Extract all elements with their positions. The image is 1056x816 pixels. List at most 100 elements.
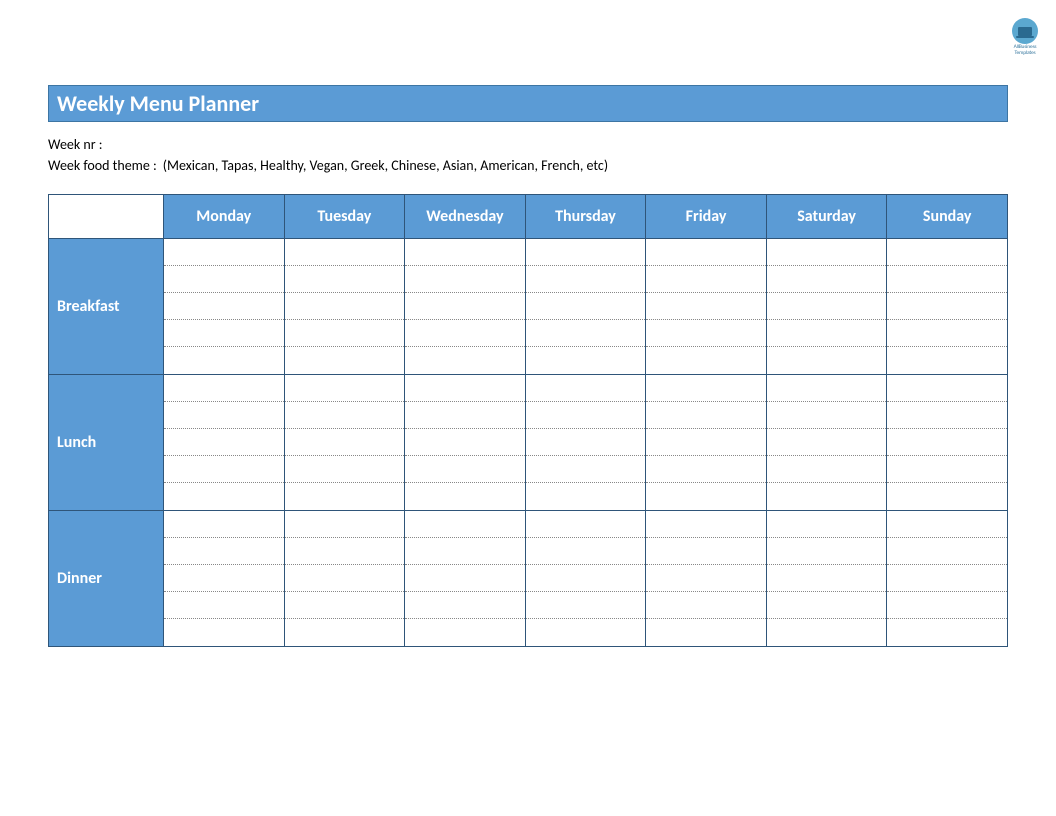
- entry-line[interactable]: [767, 619, 887, 646]
- entry-line[interactable]: [887, 538, 1007, 565]
- entry-line[interactable]: [646, 592, 766, 619]
- entry-line[interactable]: [164, 456, 284, 483]
- menu-cell[interactable]: [766, 375, 887, 511]
- entry-line[interactable]: [526, 239, 646, 266]
- entry-line[interactable]: [405, 511, 525, 538]
- entry-line[interactable]: [164, 429, 284, 456]
- entry-line[interactable]: [887, 592, 1007, 619]
- entry-line[interactable]: [526, 402, 646, 429]
- entry-line[interactable]: [405, 538, 525, 565]
- entry-line[interactable]: [767, 483, 887, 510]
- menu-cell[interactable]: [405, 239, 526, 375]
- entry-line[interactable]: [526, 375, 646, 402]
- entry-line[interactable]: [526, 619, 646, 646]
- entry-line[interactable]: [405, 592, 525, 619]
- entry-line[interactable]: [887, 320, 1007, 347]
- entry-line[interactable]: [285, 619, 405, 646]
- entry-line[interactable]: [526, 511, 646, 538]
- menu-cell[interactable]: [646, 375, 767, 511]
- menu-cell[interactable]: [887, 375, 1008, 511]
- menu-cell[interactable]: [646, 239, 767, 375]
- menu-cell[interactable]: [284, 511, 405, 647]
- menu-cell[interactable]: [887, 511, 1008, 647]
- entry-line[interactable]: [767, 293, 887, 320]
- entry-line[interactable]: [285, 293, 405, 320]
- entry-line[interactable]: [646, 375, 766, 402]
- entry-line[interactable]: [767, 456, 887, 483]
- entry-line[interactable]: [164, 511, 284, 538]
- entry-line[interactable]: [405, 266, 525, 293]
- entry-line[interactable]: [164, 293, 284, 320]
- entry-line[interactable]: [285, 592, 405, 619]
- entry-line[interactable]: [285, 565, 405, 592]
- entry-line[interactable]: [164, 375, 284, 402]
- entry-line[interactable]: [646, 483, 766, 510]
- entry-line[interactable]: [405, 293, 525, 320]
- entry-line[interactable]: [887, 483, 1007, 510]
- entry-line[interactable]: [646, 239, 766, 266]
- entry-line[interactable]: [164, 266, 284, 293]
- menu-cell[interactable]: [284, 375, 405, 511]
- entry-line[interactable]: [526, 483, 646, 510]
- entry-line[interactable]: [887, 347, 1007, 374]
- entry-line[interactable]: [285, 375, 405, 402]
- entry-line[interactable]: [767, 511, 887, 538]
- entry-line[interactable]: [164, 565, 284, 592]
- entry-line[interactable]: [646, 511, 766, 538]
- entry-line[interactable]: [767, 347, 887, 374]
- entry-line[interactable]: [887, 266, 1007, 293]
- entry-line[interactable]: [164, 239, 284, 266]
- entry-line[interactable]: [405, 375, 525, 402]
- menu-cell[interactable]: [405, 511, 526, 647]
- entry-line[interactable]: [646, 565, 766, 592]
- menu-cell[interactable]: [284, 239, 405, 375]
- entry-line[interactable]: [164, 483, 284, 510]
- menu-cell[interactable]: [164, 239, 285, 375]
- entry-line[interactable]: [887, 511, 1007, 538]
- entry-line[interactable]: [767, 266, 887, 293]
- entry-line[interactable]: [646, 293, 766, 320]
- entry-line[interactable]: [285, 456, 405, 483]
- entry-line[interactable]: [887, 429, 1007, 456]
- entry-line[interactable]: [285, 538, 405, 565]
- entry-line[interactable]: [887, 402, 1007, 429]
- entry-line[interactable]: [767, 402, 887, 429]
- menu-cell[interactable]: [766, 511, 887, 647]
- entry-line[interactable]: [646, 429, 766, 456]
- entry-line[interactable]: [405, 619, 525, 646]
- entry-line[interactable]: [767, 538, 887, 565]
- menu-cell[interactable]: [405, 375, 526, 511]
- menu-cell[interactable]: [766, 239, 887, 375]
- entry-line[interactable]: [405, 320, 525, 347]
- menu-cell[interactable]: [646, 511, 767, 647]
- menu-cell[interactable]: [525, 511, 646, 647]
- entry-line[interactable]: [164, 402, 284, 429]
- entry-line[interactable]: [767, 565, 887, 592]
- entry-line[interactable]: [887, 239, 1007, 266]
- entry-line[interactable]: [285, 402, 405, 429]
- entry-line[interactable]: [646, 402, 766, 429]
- entry-line[interactable]: [526, 538, 646, 565]
- entry-line[interactable]: [526, 565, 646, 592]
- entry-line[interactable]: [887, 375, 1007, 402]
- entry-line[interactable]: [767, 592, 887, 619]
- entry-line[interactable]: [526, 320, 646, 347]
- entry-line[interactable]: [767, 239, 887, 266]
- entry-line[interactable]: [285, 266, 405, 293]
- entry-line[interactable]: [887, 293, 1007, 320]
- menu-cell[interactable]: [525, 239, 646, 375]
- entry-line[interactable]: [767, 429, 887, 456]
- entry-line[interactable]: [887, 456, 1007, 483]
- entry-line[interactable]: [887, 619, 1007, 646]
- entry-line[interactable]: [646, 320, 766, 347]
- entry-line[interactable]: [285, 239, 405, 266]
- entry-line[interactable]: [646, 347, 766, 374]
- entry-line[interactable]: [405, 483, 525, 510]
- menu-cell[interactable]: [525, 375, 646, 511]
- entry-line[interactable]: [646, 538, 766, 565]
- menu-cell[interactable]: [887, 239, 1008, 375]
- entry-line[interactable]: [526, 293, 646, 320]
- entry-line[interactable]: [405, 565, 525, 592]
- entry-line[interactable]: [285, 511, 405, 538]
- entry-line[interactable]: [164, 619, 284, 646]
